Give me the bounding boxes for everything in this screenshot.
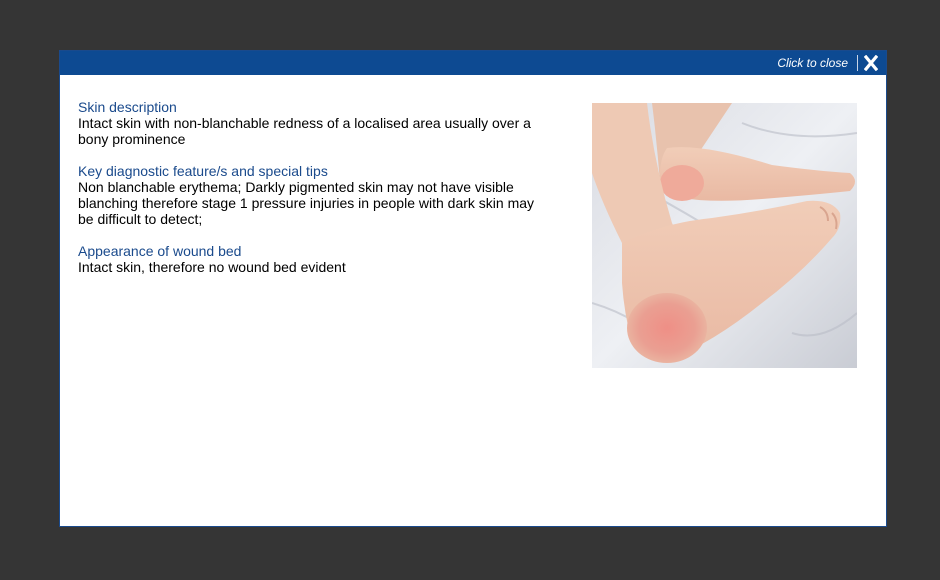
skin-description-section: Skin description Intact skin with non-bl… [78,99,548,147]
section-heading: Appearance of wound bed [78,243,242,259]
section-body: Intact skin with non-blanchable redness … [78,115,531,147]
pressure-injury-photo [592,103,857,368]
section-body: Non blanchable erythema; Darkly pigmente… [78,179,535,227]
description-content: Skin description Intact skin with non-bl… [78,99,548,291]
close-link[interactable]: Click to close [777,56,848,70]
info-modal: Click to close Skin description Intact s… [59,50,887,527]
section-heading: Skin description [78,99,177,115]
modal-header: Click to close [60,51,886,75]
close-x-icon[interactable] [864,55,878,71]
section-heading: Key diagnostic feature/s and special tip… [78,163,328,179]
wound-bed-section: Appearance of wound bed Intact skin, the… [78,243,548,275]
section-body: Intact skin, therefore no wound bed evid… [78,259,346,275]
header-divider [857,55,858,71]
diagnostic-features-section: Key diagnostic feature/s and special tip… [78,163,548,227]
